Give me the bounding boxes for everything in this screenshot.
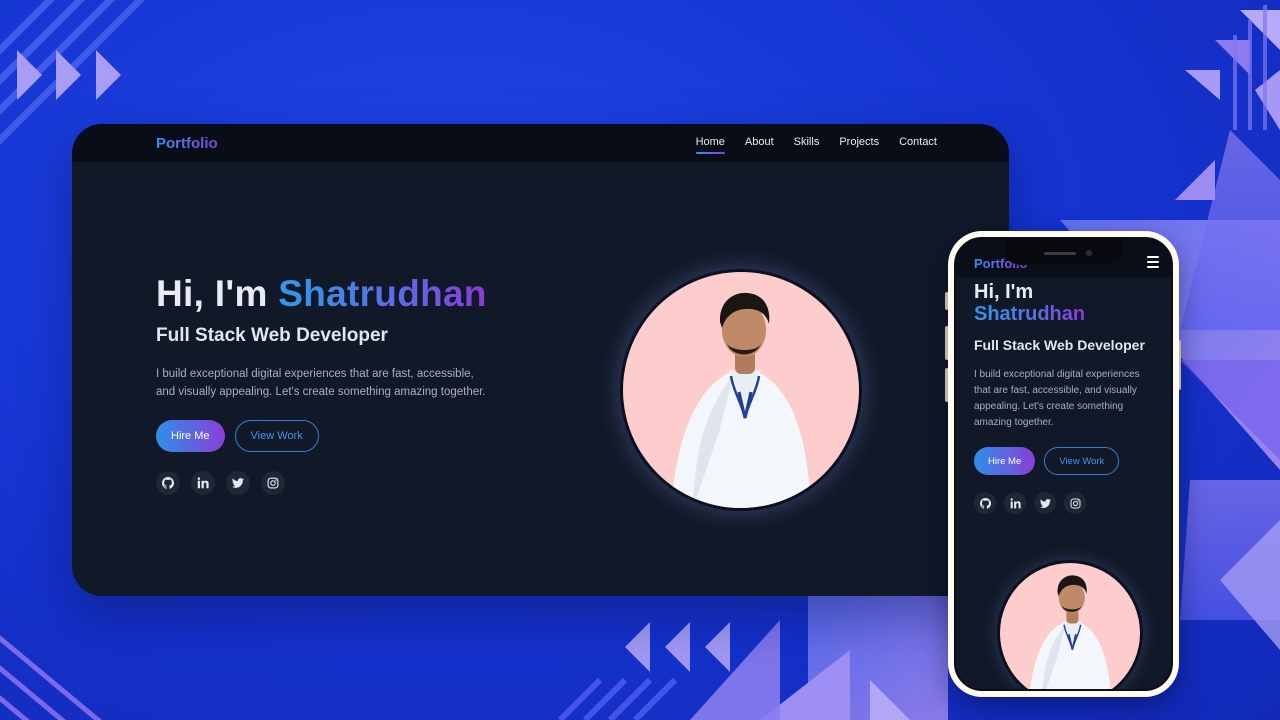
- mobile-hero-role: Full Stack Web Developer: [974, 337, 1145, 353]
- hero-role: Full Stack Web Developer: [156, 324, 388, 346]
- brand-logo[interactable]: Portfolio: [156, 135, 218, 152]
- phone-mockup: Portfolio Hi, I'm Shatrudhan Full Stack …: [948, 231, 1179, 697]
- nav-contact[interactable]: Contact: [899, 136, 937, 150]
- github-icon[interactable]: [156, 470, 180, 495]
- person-avatar-illustration: [1029, 575, 1111, 689]
- hire-me-button[interactable]: Hire Me: [156, 419, 225, 452]
- social-links: [156, 470, 596, 495]
- mobile-hero-greeting: Hi, I'm: [974, 281, 1034, 303]
- linkedin-icon[interactable]: [191, 470, 215, 495]
- mobile-hero-description: I build exceptional digital experiences …: [974, 369, 1140, 428]
- nav-about[interactable]: About: [745, 136, 774, 150]
- phone-speaker: [1043, 252, 1076, 255]
- hero-description: I build exceptional digital experiences …: [156, 367, 486, 398]
- twitter-icon[interactable]: [226, 470, 250, 495]
- mobile-social-links: [974, 492, 1157, 514]
- hero-buttons: Hire Me View Work: [156, 419, 596, 452]
- nav-skills[interactable]: Skills: [794, 136, 820, 150]
- phone-notch: [1005, 239, 1122, 265]
- hero-section: Hi, I'm Shatrudhan Full Stack Web Develo…: [156, 273, 596, 495]
- profile-photo: [623, 272, 859, 508]
- mobile-hero-name: Shatrudhan: [974, 303, 1086, 325]
- instagram-icon[interactable]: [261, 470, 285, 495]
- desktop-mockup: Portfolio Home About Skills Projects Con…: [72, 124, 1009, 596]
- nav-home[interactable]: Home: [695, 136, 726, 154]
- github-icon[interactable]: [974, 492, 996, 514]
- view-work-button[interactable]: View Work: [234, 419, 319, 452]
- mobile-hire-me-button[interactable]: Hire Me: [974, 447, 1036, 475]
- mobile-hero-title: Hi, I'm Shatrudhan: [974, 281, 1157, 325]
- nav-projects[interactable]: Projects: [839, 136, 879, 150]
- phone-camera: [1085, 250, 1092, 256]
- mobile-hero-buttons: Hire Me View Work: [974, 447, 1157, 475]
- twitter-icon[interactable]: [1034, 492, 1056, 514]
- person-avatar-illustration: [671, 292, 811, 508]
- hero-name: Shatrudhan: [278, 273, 487, 314]
- mobile-hero-section: Hi, I'm Shatrudhan Full Stack Web Develo…: [956, 281, 1171, 514]
- hero-title: Hi, I'm Shatrudhan: [156, 273, 596, 315]
- mobile-view-work-button[interactable]: View Work: [1044, 447, 1120, 475]
- linkedin-icon[interactable]: [1004, 492, 1026, 514]
- hero-greeting: Hi, I'm: [156, 273, 268, 314]
- instagram-icon[interactable]: [1064, 492, 1086, 514]
- nav-links: Home About Skills Projects Contact: [695, 136, 937, 154]
- mobile-profile-photo: [1000, 563, 1140, 689]
- desktop-navbar: Portfolio Home About Skills Projects Con…: [72, 124, 1009, 162]
- phone-screen: Portfolio Hi, I'm Shatrudhan Full Stack …: [954, 237, 1173, 691]
- hamburger-menu-icon[interactable]: [1147, 256, 1159, 268]
